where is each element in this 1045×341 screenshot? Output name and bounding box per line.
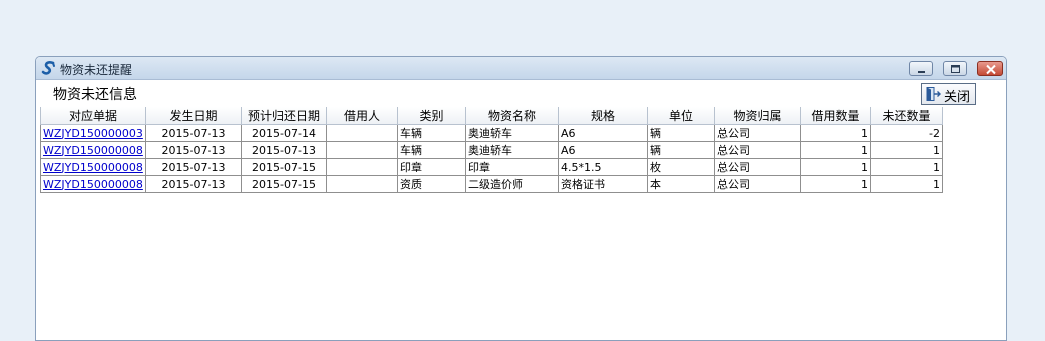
category-cell: 资质	[397, 175, 466, 193]
table-row[interactable]: WZJYD150000008 2015-07-13 2015-07-13 车辆 …	[40, 141, 943, 159]
column-header[interactable]: 单位	[647, 107, 715, 125]
doc-cell[interactable]: WZJYD150000008	[40, 141, 146, 159]
table-row[interactable]: WZJYD150000008 2015-07-13 2015-07-15 印章 …	[40, 158, 943, 176]
owner-cell: 总公司	[714, 175, 801, 193]
doc-cell[interactable]: WZJYD150000008	[40, 158, 146, 176]
outstanding-items-table: 对应单据 发生日期 预计归还日期 借用人 类别 物资名称 规格 单位 物资归属 …	[40, 107, 943, 193]
column-header[interactable]: 物资归属	[714, 107, 801, 125]
table-row[interactable]: WZJYD150000008 2015-07-13 2015-07-15 资质 …	[40, 175, 943, 193]
minimize-icon	[918, 71, 925, 73]
maximize-button[interactable]	[943, 61, 967, 76]
date-cell: 2015-07-13	[145, 124, 242, 142]
doc-link[interactable]: WZJYD150000008	[43, 161, 143, 174]
unit-cell: 辆	[647, 124, 715, 142]
reminder-window: 物资未还提醒 物资未还信息 关闭 对应单据 发生日期 预计归还日期 借用人 类别…	[35, 56, 1007, 341]
return-date-cell: 2015-07-13	[241, 141, 327, 159]
table-row[interactable]: WZJYD150000003 2015-07-13 2015-07-14 车辆 …	[40, 124, 943, 142]
date-cell: 2015-07-13	[145, 141, 242, 159]
borrower-cell	[326, 141, 398, 159]
exit-door-icon	[926, 87, 941, 101]
section-label: 物资未还信息	[53, 87, 137, 103]
column-header[interactable]: 规格	[558, 107, 648, 125]
borrower-cell	[326, 124, 398, 142]
close-button-label: 关闭	[944, 90, 971, 105]
doc-cell[interactable]: WZJYD150000003	[40, 124, 146, 142]
spec-cell: 资格证书	[558, 175, 648, 193]
column-header[interactable]: 借用人	[326, 107, 398, 125]
date-cell: 2015-07-13	[145, 175, 242, 193]
return-date-cell: 2015-07-15	[241, 158, 327, 176]
return-date-cell: 2015-07-14	[241, 124, 327, 142]
app-logo-icon	[41, 61, 55, 75]
borrowed-qty-cell: 1	[800, 158, 871, 176]
window-content: 物资未还信息 关闭 对应单据 发生日期 预计归还日期 借用人 类别 物资名称 规…	[36, 80, 1006, 340]
column-header[interactable]: 预计归还日期	[241, 107, 327, 125]
borrower-cell	[326, 175, 398, 193]
item-name-cell: 印章	[465, 158, 559, 176]
doc-cell[interactable]: WZJYD150000008	[40, 175, 146, 193]
unit-cell: 本	[647, 175, 715, 193]
outstanding-qty-cell: 1	[870, 158, 943, 176]
window-close-button[interactable]	[977, 61, 1003, 76]
outstanding-qty-cell: 1	[870, 175, 943, 193]
table-header: 对应单据 发生日期 预计归还日期 借用人 类别 物资名称 规格 单位 物资归属 …	[40, 107, 943, 125]
item-name-cell: 奥迪轿车	[465, 141, 559, 159]
unit-cell: 枚	[647, 158, 715, 176]
category-cell: 车辆	[397, 124, 466, 142]
minimize-button[interactable]	[909, 61, 933, 76]
owner-cell: 总公司	[714, 141, 801, 159]
spec-cell: A6	[558, 124, 648, 142]
column-header[interactable]: 发生日期	[145, 107, 242, 125]
doc-link[interactable]: WZJYD150000008	[43, 178, 143, 191]
borrowed-qty-cell: 1	[800, 175, 871, 193]
category-cell: 印章	[397, 158, 466, 176]
spec-cell: 4.5*1.5	[558, 158, 648, 176]
borrower-cell	[326, 158, 398, 176]
column-header[interactable]: 类别	[397, 107, 466, 125]
doc-link[interactable]: WZJYD150000008	[43, 144, 143, 157]
item-name-cell: 二级造价师	[465, 175, 559, 193]
category-cell: 车辆	[397, 141, 466, 159]
column-header[interactable]: 对应单据	[40, 107, 146, 125]
return-date-cell: 2015-07-15	[241, 175, 327, 193]
title-bar[interactable]: 物资未还提醒	[36, 57, 1006, 80]
column-header[interactable]: 未还数量	[870, 107, 943, 125]
column-header[interactable]: 借用数量	[800, 107, 871, 125]
borrowed-qty-cell: 1	[800, 141, 871, 159]
date-cell: 2015-07-13	[145, 158, 242, 176]
borrowed-qty-cell: 1	[800, 124, 871, 142]
maximize-icon	[951, 65, 960, 73]
owner-cell: 总公司	[714, 158, 801, 176]
doc-link[interactable]: WZJYD150000003	[43, 127, 143, 140]
close-button[interactable]: 关闭	[921, 83, 976, 105]
window-title: 物资未还提醒	[60, 63, 133, 77]
item-name-cell: 奥迪轿车	[465, 124, 559, 142]
owner-cell: 总公司	[714, 124, 801, 142]
spec-cell: A6	[558, 141, 648, 159]
outstanding-qty-cell: -2	[870, 124, 943, 142]
unit-cell: 辆	[647, 141, 715, 159]
close-icon	[986, 64, 996, 75]
outstanding-qty-cell: 1	[870, 141, 943, 159]
column-header[interactable]: 物资名称	[465, 107, 559, 125]
